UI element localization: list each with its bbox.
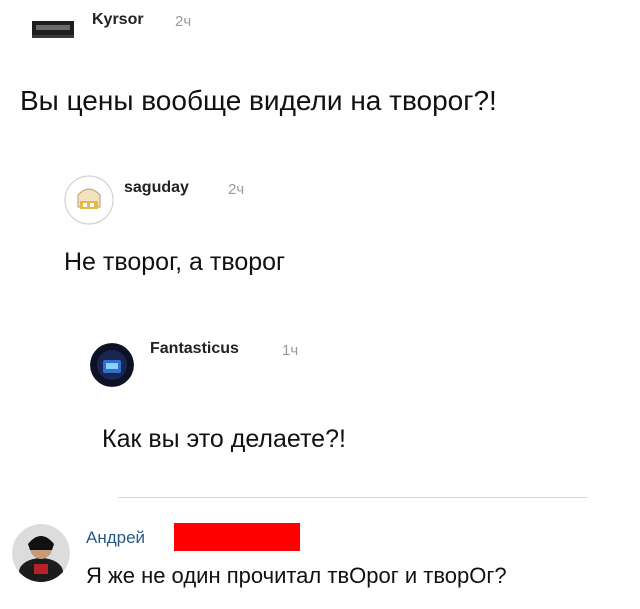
comment-author[interactable]: Kyrsor [92, 11, 144, 29]
comment-time: 2ч [228, 181, 245, 198]
comment-author[interactable]: Андрей [86, 528, 145, 548]
comment-text: Не творог, а творог [64, 248, 286, 276]
avatar-saguday[interactable] [64, 175, 114, 225]
avatar-kyrsor[interactable] [30, 6, 76, 52]
divider [118, 497, 588, 498]
comment-author[interactable]: saguday [124, 179, 189, 197]
redaction-bar [174, 523, 300, 551]
comment-time: 1ч [282, 342, 299, 359]
comment-text: Я же не один прочитал твОрог и творОг? [86, 563, 507, 588]
comment-text: Как вы это делаете?! [102, 425, 346, 453]
avatar-fantasticus[interactable] [90, 343, 134, 387]
comment-time: 2ч [175, 13, 192, 30]
avatar-andrey[interactable] [12, 524, 70, 582]
comment-author[interactable]: Fantasticus [150, 340, 239, 358]
comment-text: Вы цены вообще видели на творог?! [20, 85, 497, 116]
